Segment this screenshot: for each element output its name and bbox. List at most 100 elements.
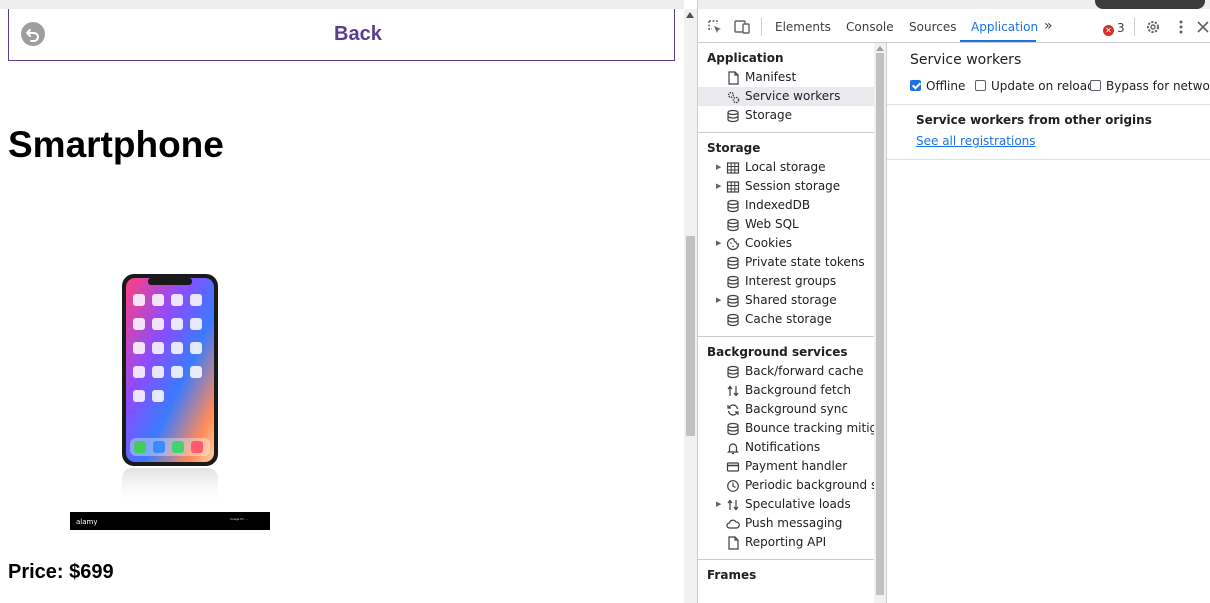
sidebar-item-indexeddb[interactable]: IndexedDB [698, 196, 874, 215]
sidebar-item-speculative-loads[interactable]: ▶ Speculative loads [698, 495, 874, 514]
expand-triangle-icon[interactable]: ▶ [716, 177, 721, 196]
sidebar-item-label: Push messaging [745, 516, 843, 530]
sidebar-item-label: Payment handler [745, 459, 848, 473]
sidebar-item-payment-handler[interactable]: Payment handler [698, 457, 874, 476]
expand-triangle-icon[interactable]: ▶ [716, 234, 721, 253]
sidebar-divider [698, 559, 874, 560]
sync-arrows-icon [726, 384, 740, 398]
sidebar-item-service-workers[interactable]: Service workers [698, 87, 874, 106]
devtools-toolbar: Elements Console Sources Application » ✕… [698, 9, 1210, 43]
refresh-icon [726, 403, 740, 417]
checkbox-checked-icon[interactable] [910, 80, 921, 91]
sidebar-item-back-forward-cache[interactable]: Back/forward cache [698, 362, 874, 381]
product-price: Price: $699 [8, 561, 114, 583]
sidebar-item-cookies[interactable]: ▶ Cookies [698, 234, 874, 253]
update-on-reload-label: Update on reload [991, 79, 1095, 93]
see-all-registrations-link[interactable]: See all registrations [916, 134, 1036, 148]
settings-icon[interactable] [1145, 19, 1161, 35]
card-icon [726, 460, 740, 474]
sidebar-section-heading[interactable]: Background services [707, 345, 847, 359]
expand-triangle-icon[interactable]: ▶ [716, 291, 721, 310]
page-top-strip [0, 0, 684, 9]
more-tabs-chevron-icon[interactable]: » [1044, 18, 1053, 34]
checkbox-icon[interactable] [1090, 80, 1101, 91]
database-icon [726, 218, 740, 232]
database-icon [726, 109, 740, 123]
scroll-up-arrow-icon[interactable] [876, 46, 884, 51]
sidebar-item-label: Bounce tracking mitigations [745, 421, 886, 435]
sidebar-item-label: Shared storage [745, 293, 837, 307]
sidebar-item-session-storage[interactable]: ▶ Session storage [698, 177, 874, 196]
sidebar-item-shared-storage[interactable]: ▶ Shared storage [698, 291, 874, 310]
back-label: Back [334, 23, 382, 45]
sidebar-item-label: Speculative loads [745, 497, 851, 511]
sidebar-item-private-state-tokens[interactable]: Private state tokens [698, 253, 874, 272]
sidebar-item-label: Background fetch [745, 383, 851, 397]
sidebar-item-label: Service workers [745, 89, 841, 103]
sidebar-section-heading[interactable]: Application [707, 51, 784, 65]
tab-console[interactable]: Console [846, 20, 894, 34]
sidebar-section-heading[interactable]: Frames [707, 568, 756, 582]
expand-triangle-icon[interactable]: ▶ [716, 495, 721, 514]
devtools-top-strip [698, 0, 1210, 9]
close-icon[interactable] [1195, 19, 1210, 35]
error-count-badge[interactable]: ✕ 3 [1103, 21, 1125, 36]
expand-triangle-icon[interactable]: ▶ [716, 158, 721, 177]
error-count: 3 [1117, 21, 1125, 35]
sidebar-scrollbar[interactable] [874, 43, 886, 603]
section-divider [887, 159, 1210, 160]
sidebar-item-web-sql[interactable]: Web SQL [698, 215, 874, 234]
document-icon [726, 536, 740, 550]
application-sidebar: Application Manifest Service workers Storag… [698, 43, 886, 603]
sidebar-item-label: Web SQL [745, 217, 799, 231]
tab-elements[interactable]: Elements [775, 20, 831, 34]
bypass-for-network-label: Bypass for network [1106, 79, 1210, 93]
sidebar-item-label: Background sync [745, 402, 848, 416]
sidebar-scroll-thumb[interactable] [876, 53, 884, 595]
sidebar-item-bounce-tracking-mitigations[interactable]: Bounce tracking mitigations [698, 419, 886, 438]
sidebar-item-manifest[interactable]: Manifest [698, 68, 874, 87]
database-icon [726, 199, 740, 213]
tab-application[interactable]: Application [971, 20, 1038, 34]
sidebar-item-label: Cache storage [745, 312, 832, 326]
database-icon [726, 313, 740, 327]
device-toolbar-icon[interactable] [734, 19, 750, 35]
page-scrollbar[interactable] [684, 9, 697, 603]
web-page: Back Smartphone alamy Image ID: ... Pric… [0, 0, 684, 603]
checkbox-icon[interactable] [975, 80, 986, 91]
sidebar-item-label: Session storage [745, 179, 841, 193]
sidebar-item-background-sync[interactable]: Background sync [698, 400, 874, 419]
scroll-up-arrow-icon[interactable] [686, 12, 694, 18]
sidebar-item-label: Local storage [745, 160, 826, 174]
sidebar-item-label: Back/forward cache [745, 364, 864, 378]
sidebar-item-background-fetch[interactable]: Background fetch [698, 381, 874, 400]
tab-sources[interactable]: Sources [909, 20, 956, 34]
cookie-icon [726, 237, 740, 251]
window-control-pill [1095, 0, 1205, 9]
back-button[interactable]: Back [8, 9, 675, 61]
sidebar-item-storage[interactable]: Storage [698, 106, 874, 125]
bell-icon [726, 441, 740, 455]
sidebar-item-periodic-background-sync[interactable]: Periodic background sync [698, 476, 886, 495]
service-workers-pane: Service workers Offline Update on reload… [887, 43, 1210, 603]
watermark-id: Image ID: ... [230, 517, 248, 521]
sidebar-item-cache-storage[interactable]: Cache storage [698, 310, 874, 329]
pane-title: Service workers [910, 52, 1022, 68]
sidebar-item-interest-groups[interactable]: Interest groups [698, 272, 874, 291]
document-icon [726, 71, 740, 85]
more-options-icon[interactable] [1173, 19, 1189, 35]
sidebar-item-push-messaging[interactable]: Push messaging [698, 514, 874, 533]
page-scroll-thumb[interactable] [686, 236, 695, 436]
sidebar-item-label: IndexedDB [745, 198, 811, 212]
cloud-icon [726, 517, 740, 531]
sidebar-item-local-storage[interactable]: ▶ Local storage [698, 158, 874, 177]
sidebar-item-reporting-api[interactable]: Reporting API [698, 533, 874, 552]
toolbar-separator [1134, 18, 1135, 36]
active-tab-indicator [960, 40, 1036, 42]
other-origins-heading: Service workers from other origins [916, 113, 1152, 127]
inspect-icon[interactable] [707, 19, 723, 35]
sidebar-item-label: Private state tokens [745, 255, 865, 269]
sidebar-section-heading[interactable]: Storage [707, 141, 760, 155]
clock-icon [726, 479, 740, 493]
sidebar-item-notifications[interactable]: Notifications [698, 438, 874, 457]
